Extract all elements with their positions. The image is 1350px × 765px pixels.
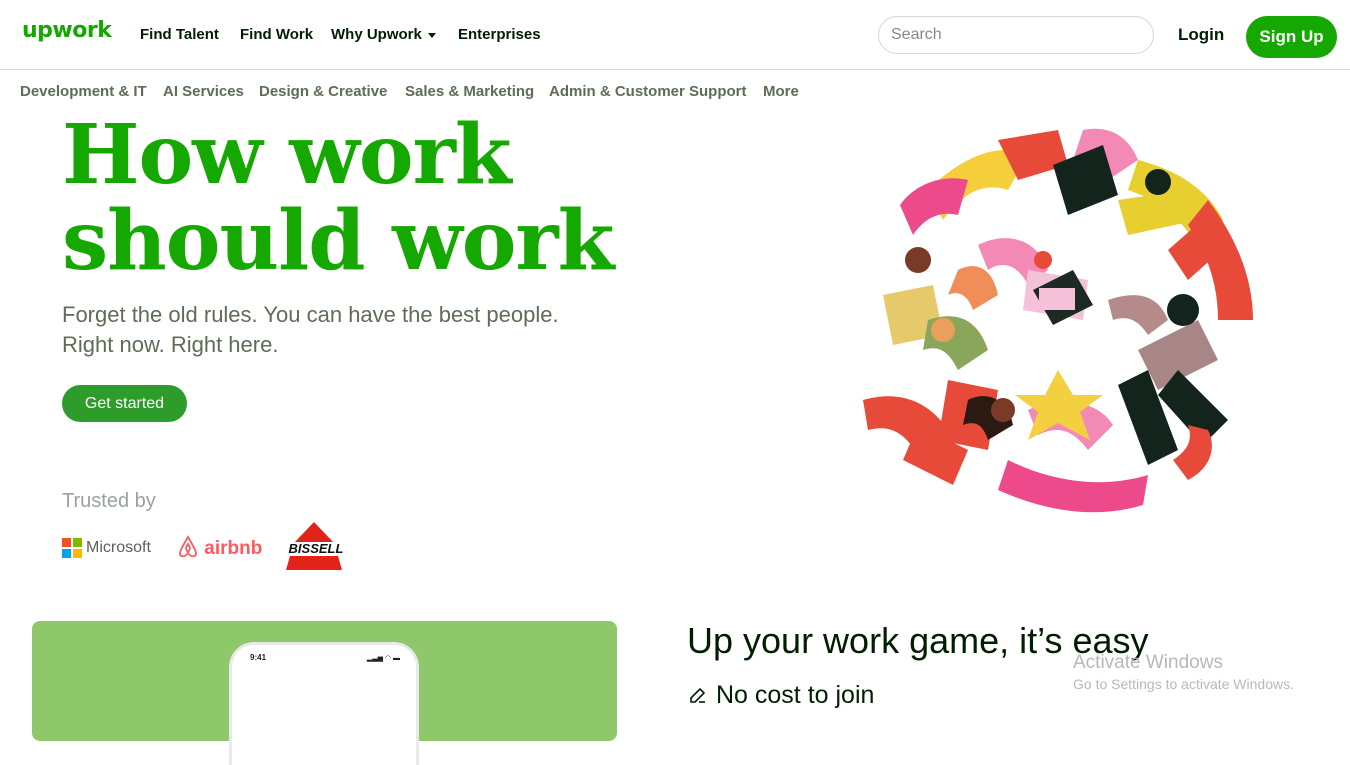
microsoft-grid-icon	[62, 538, 82, 558]
category-design-creative[interactable]: Design & Creative	[259, 83, 387, 100]
signup-button[interactable]: Sign Up	[1246, 16, 1337, 58]
feature-no-cost-label: No cost to join	[716, 681, 875, 709]
nav-find-work[interactable]: Find Work	[240, 26, 313, 43]
edit-icon	[690, 688, 705, 703]
nav-why-upwork-label: Why Upwork	[331, 26, 422, 43]
category-development-it[interactable]: Development & IT	[20, 83, 147, 100]
bissell-wordmark: BISSELL	[289, 541, 344, 556]
airbnb-wordmark: airbnb	[204, 538, 263, 559]
get-started-button[interactable]: Get started	[62, 385, 187, 422]
phone-status-icons: ▂▃▅ ◠ ▬	[366, 655, 400, 662]
category-sales-marketing[interactable]: Sales & Marketing	[405, 83, 534, 100]
promo-card: 9:41 ▂▃▅ ◠ ▬	[32, 621, 617, 765]
phone-mockup: 9:41 ▂▃▅ ◠ ▬	[232, 645, 416, 765]
windows-watermark-title: Activate Windows	[1073, 652, 1223, 673]
nav-why-upwork[interactable]: Why Upwork	[331, 26, 436, 43]
hero-illustration	[863, 122, 1266, 518]
login-link[interactable]: Login	[1178, 25, 1224, 45]
airbnb-logo: airbnb	[177, 535, 262, 560]
windows-watermark-subtitle: Go to Settings to activate Windows.	[1073, 676, 1294, 692]
nav-find-talent[interactable]: Find Talent	[140, 26, 219, 43]
microsoft-wordmark: Microsoft	[86, 539, 151, 557]
airbnb-belo-icon	[179, 535, 197, 558]
hero-title-line1: How work	[62, 107, 512, 203]
hero-subtitle: Forget the old rules. You can have the b…	[62, 300, 662, 360]
category-ai-services[interactable]: AI Services	[163, 83, 244, 100]
hero-subtitle-line2: Right now. Right here.	[62, 332, 279, 357]
phone-time: 9:41	[250, 653, 267, 662]
search-input[interactable]	[878, 16, 1154, 54]
nav-enterprises[interactable]: Enterprises	[458, 26, 541, 43]
hero-subtitle-line1: Forget the old rules. You can have the b…	[62, 302, 559, 327]
hero-title: How work should work	[62, 112, 614, 284]
trusted-by-label: Trusted by	[62, 490, 156, 512]
top-navigation-bar: upwork Find Talent Find Work Why Upwork …	[0, 0, 1350, 70]
category-admin-support[interactable]: Admin & Customer Support	[549, 83, 747, 100]
chevron-down-icon	[427, 32, 436, 38]
microsoft-logo: Microsoft	[62, 538, 151, 558]
category-more[interactable]: More	[763, 83, 799, 100]
upwork-logo[interactable]: upwork	[22, 18, 112, 43]
feature-no-cost: No cost to join	[688, 681, 874, 710]
hero-title-line2: should work	[62, 193, 614, 289]
bissell-logo: BISSELL	[280, 522, 352, 570]
